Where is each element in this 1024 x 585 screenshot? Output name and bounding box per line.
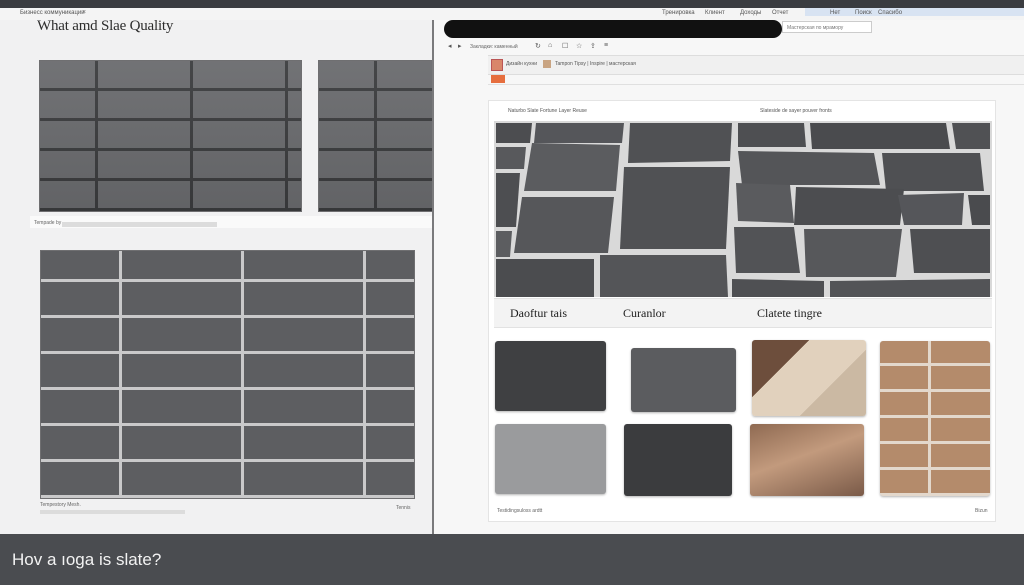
share-icon[interactable]: ⇪: [590, 42, 596, 50]
browser-toolbar: ◂ ▸ Закладки: каменный ↻ ⌂ ☐ ☆ ⇪ ≡: [440, 42, 1024, 54]
slate-wall-image-top-right: [318, 60, 434, 212]
menu-item-training[interactable]: Тренировка: [662, 10, 695, 16]
section-caption-left: Naturbo Slate Fortune Layer Reuse: [508, 108, 587, 114]
site-header-label: Tampon Tipsy | Inspire | мастерская: [555, 61, 636, 67]
menu-item-client[interactable]: Клиент: [705, 10, 725, 16]
slate-wall-image-large: [40, 250, 415, 499]
site-header: Дизайн кухни Tampon Tipsy | Inspire | ма…: [488, 55, 1024, 75]
site-subheader: [488, 74, 1024, 85]
caption-top: Tempade by: [34, 220, 62, 226]
left-footer-bar: [40, 510, 185, 514]
page-title: What amd Slae Quality: [37, 18, 174, 34]
reload-icon[interactable]: ↻: [535, 42, 541, 50]
menu-item-income[interactable]: Доходы: [740, 10, 761, 16]
bottom-banner-text: Hov a ıoga is slate?: [12, 550, 162, 569]
forward-icon[interactable]: ▸: [458, 42, 462, 50]
sample-label-3: Clatete tingre: [757, 306, 822, 320]
address-input[interactable]: Мастерская по мрамору: [782, 21, 872, 33]
star-icon[interactable]: ☆: [576, 42, 582, 50]
site-thumb-icon: [543, 60, 551, 68]
stone-sample-charcoal[interactable]: [624, 424, 732, 496]
stone-sample-brown-stone[interactable]: [750, 424, 864, 496]
stone-sample-dark-slate[interactable]: [495, 341, 606, 411]
left-footer-right: Tennis: [396, 505, 411, 511]
right-footer-text: Testidingsuloss ardtt: [497, 508, 543, 514]
bookmark-icon[interactable]: ☐: [562, 42, 568, 50]
stone-sample-light-gray[interactable]: [495, 424, 606, 494]
back-icon[interactable]: ◂: [448, 42, 452, 50]
stone-sample-gray-slate[interactable]: [631, 348, 736, 412]
samples-label-band: [494, 298, 992, 328]
caption-placeholder-bar: [62, 222, 217, 227]
orange-badge-icon: [491, 75, 505, 83]
sample-label-2: Curanlor: [623, 306, 666, 320]
site-logo-icon[interactable]: [491, 59, 503, 71]
menu-item-thanks[interactable]: Спасибо: [878, 10, 902, 16]
menu-item-search[interactable]: Поиск: [855, 10, 872, 16]
menu-icon[interactable]: ≡: [604, 42, 608, 49]
right-footer-right: Bizun: [975, 508, 988, 514]
toolbar-text: Закладки: каменный: [470, 44, 518, 50]
site-tab-label[interactable]: Дизайн кухни: [506, 61, 537, 67]
sample-label-1: Daoftur tais: [510, 306, 567, 320]
left-footer-text: Tempestory Mesh.: [40, 502, 81, 508]
section-caption-right: Slateside de sayer pouver fronts: [760, 108, 832, 114]
home-icon[interactable]: ⌂: [548, 42, 552, 49]
browser-tab-title[interactable]: Бизнесс коммуникации: [20, 10, 85, 16]
stone-sample-beige-stone[interactable]: [752, 340, 866, 416]
stone-sample-brick-wall[interactable]: [880, 341, 990, 496]
tab-close-icon[interactable]: ×: [82, 9, 86, 16]
slate-wall-image-top-left: [39, 60, 302, 212]
browser-address-bar-dark[interactable]: [444, 20, 782, 38]
slate-flagstone-image: [494, 121, 992, 297]
menu-item-no[interactable]: Нет: [830, 10, 840, 16]
menu-item-report[interactable]: Отчет: [772, 10, 788, 16]
title-bar: [0, 0, 1024, 8]
